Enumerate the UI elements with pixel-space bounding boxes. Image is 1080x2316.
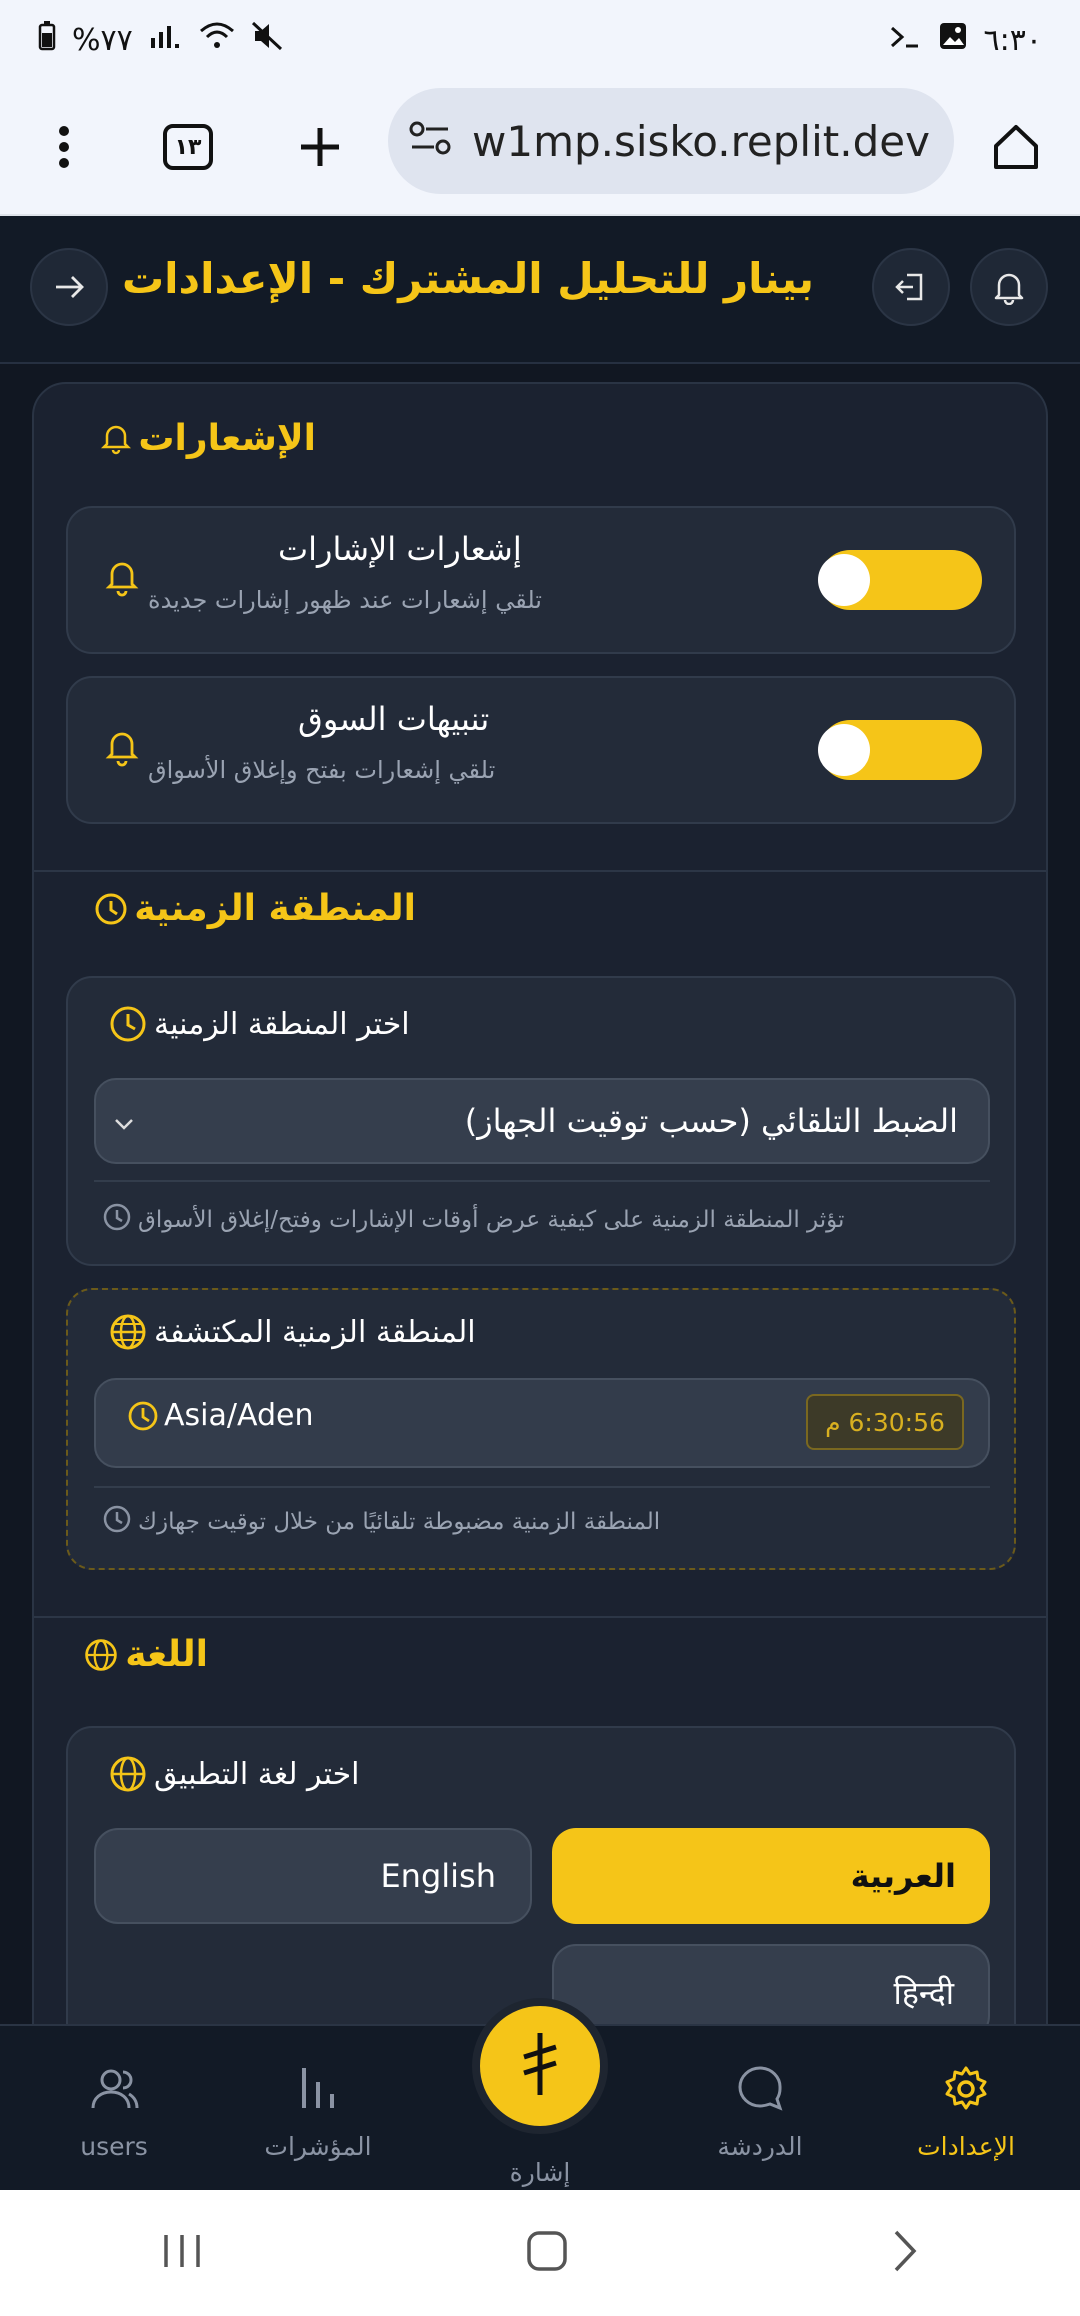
market-alerts-card: تنبيهات السوق تلقي إشعارات بفتح وإغلاق ا… (66, 676, 1016, 824)
timezone-select-title: اختر المنطقة الزمنية (108, 1004, 410, 1044)
section-divider (34, 870, 1046, 872)
detected-timezone-title: المنطقة الزمنية المكتشفة (108, 1312, 476, 1352)
language-option-arabic[interactable]: العربية (552, 1828, 990, 1924)
timezone-select-card: اختر المنطقة الزمنية الضبط التلقائي (حسب… (66, 976, 1016, 1266)
battery-level: %٧٧ (72, 22, 133, 58)
back-nav-icon[interactable] (890, 2228, 920, 2278)
tab-count: ١٣ (163, 124, 213, 170)
bell-icon (100, 422, 132, 456)
timezone-select[interactable]: الضبط التلقائي (حسب توقيت الجهاز) (94, 1078, 990, 1164)
market-alerts-title: تنبيهات السوق (298, 700, 490, 738)
page-title: بينار للتحليل المشترك - الإعدادات (121, 254, 814, 303)
clock-icon (102, 1504, 132, 1540)
chart-bars-icon (296, 2064, 340, 2120)
timezone-hint: تؤثر المنطقة الزمنية على كيفية عرض أوقات… (102, 1202, 844, 1238)
terminal-icon (888, 23, 922, 58)
current-time-badge: 6:30:56 م (806, 1394, 964, 1450)
recent-apps-icon[interactable] (160, 2231, 204, 2275)
chevron-down-icon (112, 1102, 136, 1140)
timezone-select-value: الضبط التلقائي (حسب توقيت الجهاز) (464, 1102, 958, 1140)
app-screen: بينار للتحليل المشترك - الإعدادات الإشعا… (0, 216, 1080, 2190)
market-alerts-subtitle: تلقي إشعارات بفتح وإغلاق الأسواق (148, 756, 496, 784)
language-select-title: اختر لغة التطبيق (108, 1754, 360, 1794)
battery-icon (38, 21, 56, 59)
system-navigation-bar (0, 2190, 1080, 2316)
signal-icon (149, 22, 183, 58)
bell-icon (104, 558, 140, 598)
divider (94, 1486, 990, 1488)
signal-center-button[interactable] (472, 1998, 608, 2134)
url-text: w1mp.sisko.replit.dev (472, 116, 930, 166)
chat-icon (734, 2064, 786, 2120)
currency-icon (510, 2029, 570, 2103)
detected-zone: Asia/Aden (126, 1398, 314, 1433)
home-icon[interactable] (980, 111, 1052, 183)
clock-icon (108, 1004, 148, 1044)
bottom-nav: users المؤشرات إشارة الدردشة الإعدادات (0, 1998, 1080, 2190)
tab-switcher-button[interactable]: ١٣ (152, 111, 224, 183)
clock-time: ٦:٣٠ (983, 22, 1042, 58)
detected-timezone-card: المنطقة الزمنية المكتشفة 6:30:56 م Asia/… (66, 1288, 1016, 1570)
divider (94, 1180, 990, 1182)
nav-item-chat[interactable]: الدردشة (670, 2026, 850, 2190)
logout-button[interactable] (872, 248, 950, 326)
detected-timezone-hint: المنطقة الزمنية مضبوطة تلقائيًا من خلال … (102, 1504, 660, 1540)
nav-item-indicators[interactable]: المؤشرات (228, 2026, 408, 2190)
app-header: بينار للتحليل المشترك - الإعدادات (0, 216, 1080, 364)
globe-icon (108, 1312, 148, 1352)
image-icon (938, 21, 968, 59)
globe-icon (108, 1754, 148, 1794)
status-bar: %٧٧ ٦:٣٠ (0, 0, 1080, 80)
bell-icon (104, 728, 140, 768)
clock-icon (102, 1202, 132, 1238)
wifi-icon (199, 21, 235, 59)
nav-item-settings[interactable]: الإعدادات (876, 2026, 1056, 2190)
signal-notifications-toggle[interactable] (818, 550, 982, 610)
signal-notifications-subtitle: تلقي إشعارات عند ظهور إشارات جديدة (148, 586, 542, 614)
detected-timezone-box: 6:30:56 م Asia/Aden (94, 1378, 990, 1468)
detected-zone-text: Asia/Aden (164, 1398, 314, 1433)
address-bar[interactable]: w1mp.sisko.replit.dev (388, 88, 954, 194)
signal-notifications-card: إشعارات الإشارات تلقي إشعارات عند ظهور إ… (66, 506, 1016, 654)
notifications-bell-button[interactable] (970, 248, 1048, 326)
site-settings-icon[interactable] (408, 117, 452, 166)
market-alerts-toggle[interactable] (818, 720, 982, 780)
section-divider (34, 1616, 1046, 1618)
users-icon (87, 2064, 141, 2120)
mute-icon (251, 21, 283, 59)
signal-notifications-title: إشعارات الإشارات (278, 530, 522, 568)
home-nav-icon[interactable] (525, 2229, 569, 2277)
more-menu-icon[interactable] (28, 111, 100, 183)
language-section-title: اللغة (83, 1634, 208, 1675)
gear-icon (941, 2064, 991, 2120)
clock-icon (126, 1399, 160, 1433)
timezone-section-title: المنطقة الزمنية (94, 888, 416, 929)
signal-center-label: إشارة (509, 2158, 571, 2187)
settings-panel: الإشعارات إشعارات الإشارات تلقي إشعارات … (32, 382, 1048, 2190)
notifications-section-title: الإشعارات (100, 418, 316, 459)
clock-icon (94, 892, 128, 926)
new-tab-icon[interactable] (284, 111, 356, 183)
nav-item-users[interactable]: users (24, 2026, 204, 2190)
globe-icon (83, 1637, 119, 1673)
language-option-english[interactable]: English (94, 1828, 532, 1924)
back-button[interactable] (30, 248, 108, 326)
